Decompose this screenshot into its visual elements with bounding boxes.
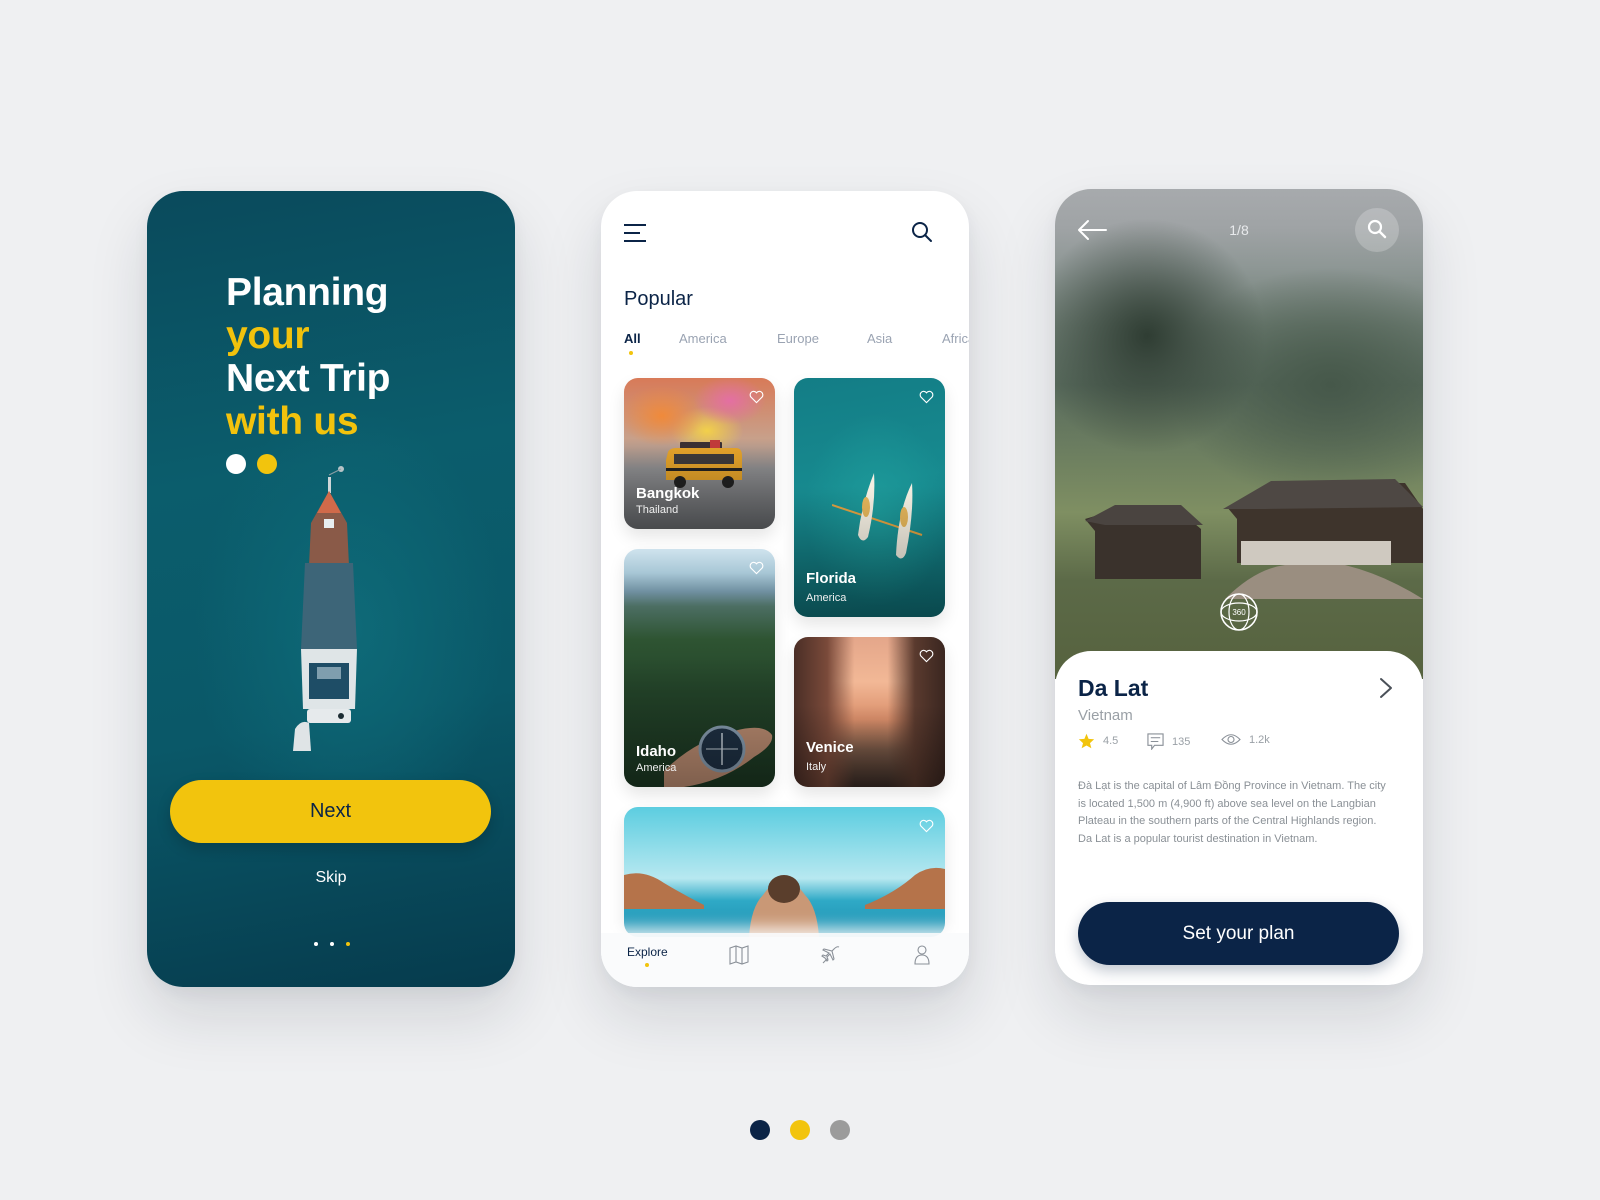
boat-illustration: [293, 466, 357, 751]
explore-screen: Popular All America Europe Asia Africa B…: [601, 191, 969, 987]
page-dot-yellow: [790, 1120, 810, 1140]
onboarding-pager: [314, 942, 350, 946]
card-title: Idaho: [636, 743, 676, 760]
headline-line-1: Planning: [226, 271, 389, 314]
tab-europe[interactable]: Europe: [777, 331, 819, 346]
houses-image: [1085, 479, 1423, 599]
yellow-dot: [257, 454, 277, 474]
card-title: Venice: [806, 739, 854, 756]
chevron-right-icon[interactable]: [1379, 677, 1393, 699]
tab-africa[interactable]: Africa: [942, 331, 969, 346]
search-icon[interactable]: [910, 220, 934, 244]
star-icon: [1078, 733, 1095, 749]
destination-card-venice[interactable]: Venice Italy: [794, 637, 945, 787]
tab-asia[interactable]: Asia: [867, 331, 892, 346]
pager-dot[interactable]: [330, 942, 334, 946]
heart-icon[interactable]: [749, 561, 764, 575]
destination-stats: 4.5 135 1.2k: [1078, 733, 1398, 753]
heart-icon[interactable]: [919, 390, 934, 404]
tab-america[interactable]: America: [679, 331, 727, 346]
card-subtitle: Italy: [806, 761, 827, 773]
user-icon[interactable]: [912, 945, 932, 965]
search-button[interactable]: [1355, 208, 1399, 252]
decorative-dots: [226, 454, 277, 474]
comment-icon: [1147, 733, 1164, 750]
set-plan-button[interactable]: Set your plan: [1078, 902, 1399, 965]
section-title: Popular: [624, 288, 693, 310]
views-stat: 1.2k: [1221, 733, 1270, 746]
plane-icon[interactable]: [821, 945, 841, 965]
search-icon: [1367, 219, 1387, 239]
rock-image: [624, 873, 704, 909]
headline-line-3: Next Trip: [226, 357, 391, 400]
comments-stat[interactable]: 135: [1147, 733, 1190, 750]
card-subtitle: America: [636, 762, 677, 774]
rating-stat: 4.5: [1078, 733, 1118, 749]
onboarding-headline: Planning your Next Trip with us: [226, 271, 390, 443]
destination-description: Đà Lạt is the capital of Lâm Đồng Provin…: [1078, 780, 1386, 845]
active-nav-indicator: [645, 963, 649, 967]
comments-count: 135: [1172, 735, 1191, 748]
map-icon[interactable]: [729, 945, 749, 965]
destination-detail-screen: 1/8 360 Da Lat Vietnam 4.5 135 1.2k Đà L…: [1055, 189, 1423, 985]
destination-card-florida[interactable]: Florida America: [794, 378, 945, 617]
headline-line-4: with us: [226, 400, 359, 443]
destination-card-idaho[interactable]: Idaho America: [624, 549, 775, 787]
active-tab-indicator: [629, 351, 633, 355]
badge-360-text: 360: [1232, 608, 1246, 617]
view-360-icon[interactable]: 360: [1219, 592, 1259, 632]
card-subtitle: America: [806, 592, 847, 604]
destination-card-bangkok[interactable]: Bangkok Thailand: [624, 378, 775, 529]
heart-icon[interactable]: [919, 819, 934, 833]
card-title: Bangkok: [636, 485, 700, 502]
destination-name: Da Lat: [1078, 675, 1149, 701]
skip-button[interactable]: Skip: [147, 869, 515, 887]
destination-country: Vietnam: [1078, 707, 1133, 724]
rock-image: [865, 867, 945, 909]
headline-line-2: your: [226, 314, 310, 357]
destination-photo[interactable]: 1/8 360: [1055, 189, 1423, 679]
white-dot: [226, 454, 246, 474]
nav-explore[interactable]: Explore: [627, 945, 668, 959]
page-dot-navy: [750, 1120, 770, 1140]
tab-all[interactable]: All: [624, 331, 641, 346]
hamburger-menu-icon[interactable]: [624, 224, 646, 242]
heart-icon[interactable]: [749, 390, 764, 404]
next-button[interactable]: Next: [170, 780, 491, 843]
page-dot-gray: [830, 1120, 850, 1140]
heart-icon[interactable]: [919, 649, 934, 663]
bottom-navigation: Explore: [601, 933, 969, 987]
pager-dot-active[interactable]: [346, 942, 350, 946]
swimmer-image: [749, 875, 819, 937]
views-count: 1.2k: [1249, 733, 1270, 746]
region-tabs: All America Europe Asia Africa: [624, 331, 969, 361]
pager-dot[interactable]: [314, 942, 318, 946]
destination-info-panel: Da Lat Vietnam 4.5 135 1.2k Đà Lạt is th…: [1055, 651, 1423, 985]
card-title: Florida: [806, 570, 857, 587]
onboarding-screen: Planning your Next Trip with us Next Ski…: [147, 191, 515, 987]
destination-card-beach[interactable]: [624, 807, 945, 937]
card-subtitle: Thailand: [636, 504, 679, 516]
rating-value: 4.5: [1103, 735, 1119, 747]
eye-icon: [1221, 734, 1241, 745]
page-indicator: [750, 1120, 850, 1140]
